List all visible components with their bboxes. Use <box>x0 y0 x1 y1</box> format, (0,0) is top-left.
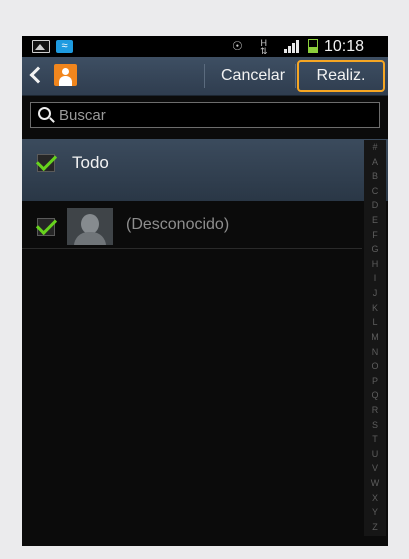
index-letter[interactable]: V <box>372 463 378 473</box>
index-letter[interactable]: G <box>371 244 378 254</box>
select-all-label: Todo <box>72 153 109 172</box>
index-letter[interactable]: R <box>372 405 379 415</box>
index-letter[interactable]: U <box>372 449 379 459</box>
index-letter[interactable]: # <box>372 142 377 152</box>
back-chevron-icon[interactable] <box>29 66 47 84</box>
data-icon: H ⇅ <box>260 38 268 56</box>
index-letter[interactable]: D <box>372 200 379 210</box>
wifi-icon: ≈ <box>56 40 73 53</box>
index-letter[interactable]: W <box>371 478 380 488</box>
select-all-checkbox[interactable] <box>37 154 55 172</box>
phone-screen: ≈ ☉ H ⇅ 10:18 Cancelar Realiz. Buscar To… <box>22 36 388 546</box>
index-letter[interactable]: X <box>372 493 378 503</box>
index-letter[interactable]: I <box>374 273 377 283</box>
index-letter[interactable]: H <box>372 259 379 269</box>
contact-name: (Desconocido) <box>126 216 230 233</box>
battery-icon <box>308 39 318 53</box>
index-letter[interactable]: F <box>372 230 378 240</box>
index-letter[interactable]: E <box>372 215 378 225</box>
search-icon <box>38 107 51 120</box>
index-letter[interactable]: Q <box>371 390 378 400</box>
index-letter[interactable]: P <box>372 376 378 386</box>
cancel-button[interactable]: Cancelar <box>212 57 294 95</box>
divider <box>204 64 205 88</box>
action-bar: Cancelar Realiz. <box>22 57 388 96</box>
index-letter[interactable]: S <box>372 420 378 430</box>
index-letter[interactable]: A <box>372 157 378 167</box>
divider <box>295 64 296 88</box>
index-letter[interactable]: C <box>372 186 379 196</box>
list-item[interactable]: (Desconocido) <box>22 204 362 249</box>
search-input[interactable] <box>59 103 369 127</box>
signal-icon <box>284 40 302 53</box>
search-bar[interactable] <box>30 102 380 128</box>
status-bar: ≈ ☉ H ⇅ 10:18 <box>22 36 388 57</box>
contact-checkbox[interactable] <box>37 218 55 236</box>
done-button[interactable]: Realiz. <box>297 60 385 92</box>
select-all-row[interactable]: Todo <box>22 139 388 201</box>
avatar <box>67 208 113 245</box>
contacts-icon[interactable] <box>54 64 77 86</box>
gallery-icon <box>32 40 50 53</box>
index-letter[interactable]: N <box>372 347 379 357</box>
index-letter[interactable]: Z <box>372 522 378 532</box>
index-letter[interactable]: K <box>372 303 378 313</box>
index-letter[interactable]: O <box>371 361 378 371</box>
index-letter[interactable]: M <box>371 332 379 342</box>
alphabet-index-bar[interactable]: # A B C D E F G H I J K L M N O P Q R S T U V W X Y Z <box>364 140 386 536</box>
index-letter[interactable]: B <box>372 171 378 181</box>
clock: 10:18 <box>324 38 365 55</box>
index-letter[interactable]: L <box>372 317 377 327</box>
index-letter[interactable]: Y <box>372 507 378 517</box>
eye-icon: ☉ <box>232 39 243 53</box>
index-letter[interactable]: T <box>372 434 378 444</box>
status-right: ☉ H ⇅ 10:18 <box>232 36 382 57</box>
data-indicator-label: H <box>260 38 268 48</box>
index-letter[interactable]: J <box>373 288 378 298</box>
